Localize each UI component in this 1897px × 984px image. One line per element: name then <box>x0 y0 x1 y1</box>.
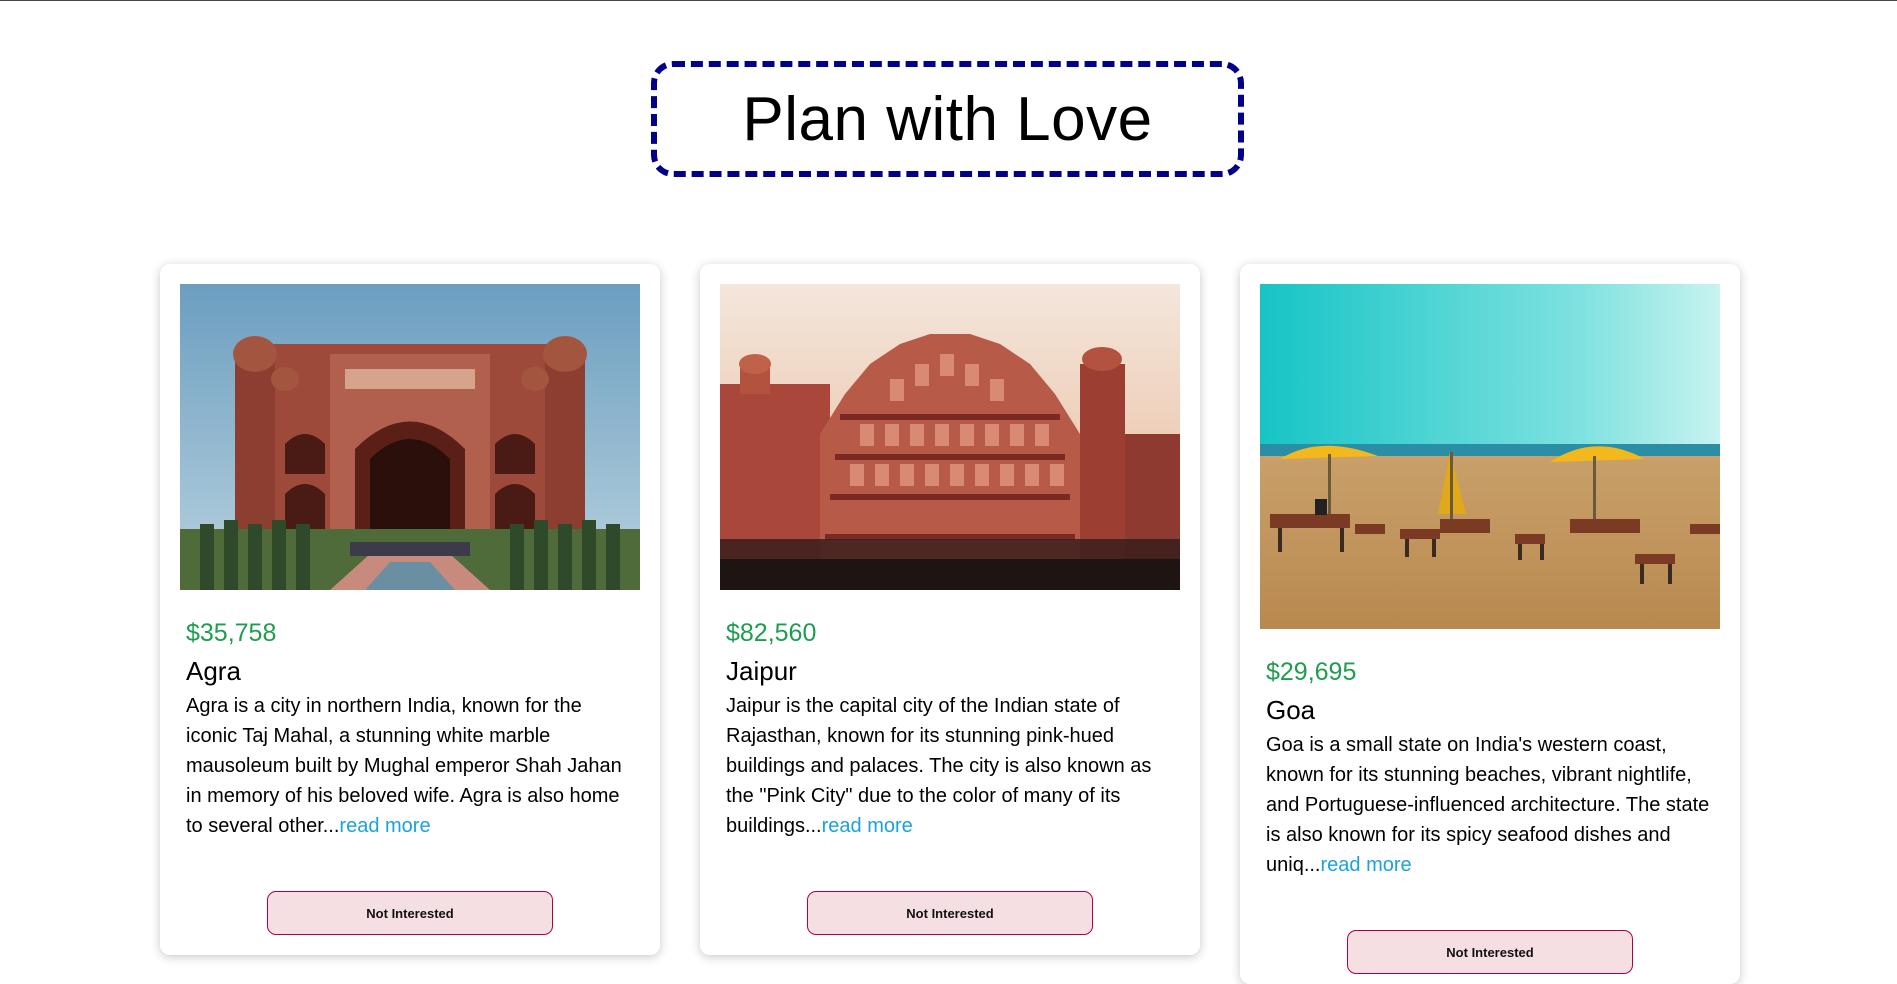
tour-image-goa <box>1260 284 1720 629</box>
tour-description: Agra is a city in northern India, known … <box>186 691 634 841</box>
read-more-link[interactable]: read more <box>822 815 913 837</box>
not-interested-button[interactable]: Not Interested <box>267 891 553 935</box>
tour-price: $82,560 <box>726 619 817 647</box>
not-interested-button[interactable]: Not Interested <box>807 891 1093 935</box>
tour-card-jaipur: $82,560 Jaipur Jaipur is the capital cit… <box>700 264 1200 955</box>
read-more-link[interactable]: read more <box>339 815 430 837</box>
page-title: Plan with Love <box>742 84 1153 154</box>
tour-description: Goa is a small state on India's western … <box>1266 730 1714 880</box>
tour-image-jaipur <box>720 284 1180 590</box>
tour-name: Goa <box>1266 695 1316 725</box>
tour-card-goa: $29,695 Goa Goa is a small state on Indi… <box>1240 264 1740 984</box>
tour-card-agra: $35,758 Agra Agra is a city in northern … <box>160 264 660 955</box>
tour-price: $29,695 <box>1266 658 1357 686</box>
tour-description-text: Jaipur is the capital city of the Indian… <box>726 695 1152 837</box>
read-more-link[interactable]: read more <box>1320 854 1411 876</box>
tour-price: $35,758 <box>186 619 277 647</box>
tour-name: Agra <box>186 656 241 686</box>
tour-description: Jaipur is the capital city of the Indian… <box>726 691 1174 841</box>
header-title-box: Plan with Love <box>651 61 1244 177</box>
tour-name: Jaipur <box>726 656 797 686</box>
top-border-line <box>0 0 1897 1</box>
not-interested-button[interactable]: Not Interested <box>1347 930 1633 974</box>
tour-image-agra <box>180 284 640 590</box>
